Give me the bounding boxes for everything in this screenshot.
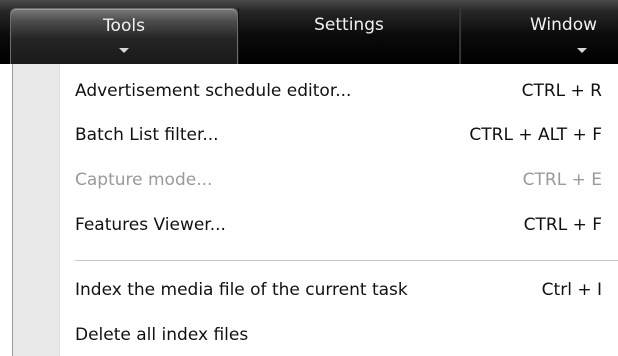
menu-item-shortcut: CTRL + F: [523, 215, 602, 235]
menu-icon-gutter: [13, 64, 60, 356]
menu-tab-tools-label: Tools: [103, 16, 145, 36]
menu-item-features-viewer[interactable]: Features Viewer... CTRL + F: [59, 204, 618, 246]
menu-tab-tools[interactable]: Tools: [10, 8, 238, 64]
menu-item-index-media-file[interactable]: Index the media file of the current task…: [59, 269, 618, 311]
menu-item-delete-all-index-files[interactable]: Delete all index files: [59, 314, 618, 356]
menu-item-shortcut: Ctrl + I: [541, 280, 602, 300]
menu-item-shortcut: CTRL + E: [522, 170, 602, 190]
menu-item-advertisement-schedule-editor[interactable]: Advertisement schedule editor... CTRL + …: [59, 70, 618, 112]
menu-tab-window-label: Window: [530, 15, 598, 35]
menu-tab-settings[interactable]: Settings: [238, 8, 460, 64]
menu-item-label: Capture mode...: [75, 170, 213, 190]
menu-tab-settings-label: Settings: [314, 15, 384, 35]
menu-item-label: Features Viewer...: [75, 215, 226, 235]
chevron-down-icon: [577, 48, 587, 53]
menu-tab-window[interactable]: Window: [460, 8, 618, 64]
menu-item-label: Delete all index files: [75, 325, 249, 345]
menu-item-shortcut: CTRL + ALT + F: [469, 125, 602, 145]
menu-item-capture-mode: Capture mode... CTRL + E: [59, 159, 618, 201]
menu-bar: Tools Settings Window: [0, 0, 618, 64]
menu-item-shortcut: CTRL + R: [521, 81, 602, 101]
menu-item-label: Index the media file of the current task: [75, 280, 408, 300]
menu-item-label: Batch List filter...: [75, 125, 219, 145]
menu-item-batch-list-filter[interactable]: Batch List filter... CTRL + ALT + F: [59, 114, 618, 156]
chevron-down-icon: [119, 48, 129, 53]
tools-dropdown-menu: Advertisement schedule editor... CTRL + …: [12, 64, 618, 356]
menu-item-label: Advertisement schedule editor...: [75, 81, 352, 101]
menu-separator: [75, 260, 618, 261]
